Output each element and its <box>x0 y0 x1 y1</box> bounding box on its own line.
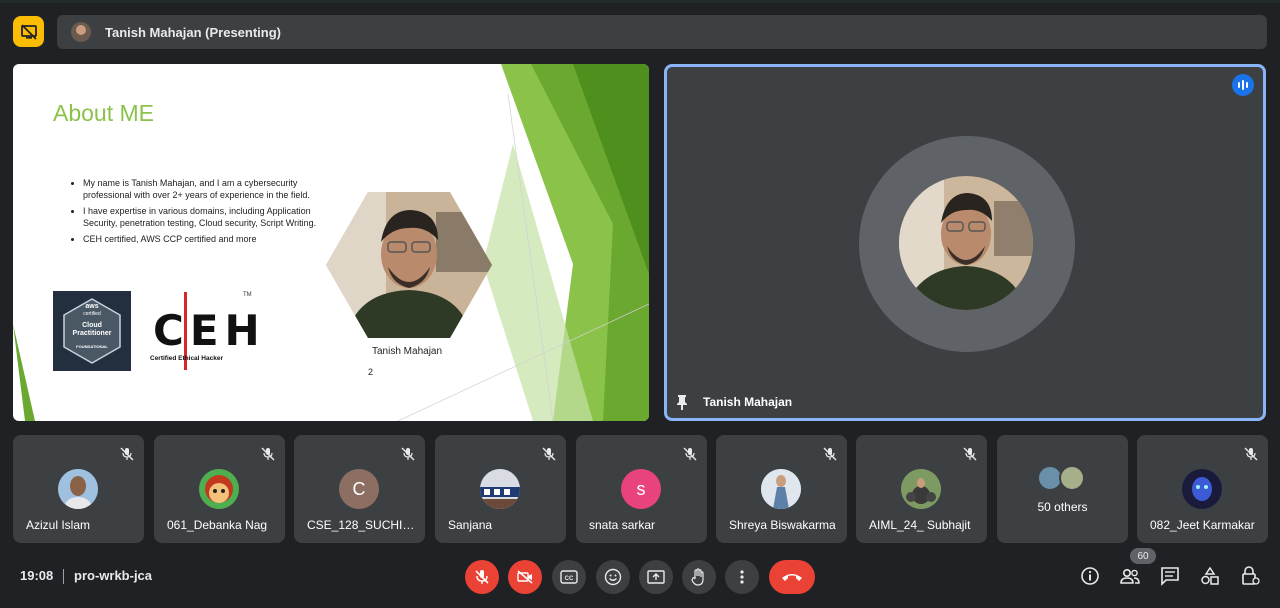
people-icon <box>1120 568 1140 584</box>
leave-call-icon <box>782 574 802 581</box>
presentation-off-icon[interactable] <box>13 16 44 47</box>
mic-off-icon <box>963 447 977 461</box>
avatar: s <box>621 469 661 509</box>
raise-hand-icon <box>691 568 704 586</box>
top-bar: Tanish Mahajan (Presenting) <box>0 0 1280 60</box>
others-avatar-stack <box>1037 465 1089 491</box>
clock-time: 19:08 <box>20 568 54 583</box>
mic-off-icon <box>401 447 415 461</box>
meeting-details-button[interactable] <box>1079 565 1101 587</box>
avatar <box>761 469 801 509</box>
participant-tile[interactable]: 061_Debanka Nag <box>154 435 285 543</box>
mic-off-icon <box>1244 447 1258 461</box>
emoji-button[interactable] <box>596 560 630 594</box>
mic-off-icon <box>823 447 837 461</box>
mic-off-icon <box>683 447 697 461</box>
slide-bullet-list: My name is Tanish Mahajan, and I am a cy… <box>71 178 321 251</box>
participant-tile[interactable]: C CSE_128_SUCHISMITA ... <box>294 435 425 543</box>
participant-name: AIML_24_ Subhajit <box>869 518 971 532</box>
participant-name: CSE_128_SUCHISMITA ... <box>307 518 415 532</box>
present-screen-icon <box>647 570 665 584</box>
slide-profile-photo <box>326 192 492 338</box>
participant-tile[interactable]: AIML_24_ Subhajit <box>856 435 987 543</box>
participant-name: Azizul Islam <box>26 518 91 532</box>
speaking-indicator-icon <box>1232 74 1254 96</box>
more-options-icon <box>740 570 744 584</box>
host-controls-button[interactable] <box>1239 565 1261 587</box>
pin-icon[interactable] <box>675 394 689 410</box>
participant-name: 061_Debanka Nag <box>167 518 268 532</box>
avatar <box>480 469 520 509</box>
aws-certification-badge: aws certified Cloud Practitioner FOUNDAT… <box>53 291 131 371</box>
activities-icon <box>1201 566 1219 585</box>
camera-off-icon <box>517 570 533 584</box>
info-icon <box>1081 567 1099 585</box>
slide-photo-caption: Tanish Mahajan <box>372 346 443 357</box>
raise-hand-button[interactable] <box>682 560 716 594</box>
avatar <box>199 469 239 509</box>
leave-call-button[interactable] <box>769 560 815 594</box>
participant-name: snata sarkar <box>589 518 656 532</box>
slide-bullet: My name is Tanish Mahajan, and I am a cy… <box>83 178 321 201</box>
divider <box>63 569 64 584</box>
others-count-label: 50 others <box>1037 500 1088 514</box>
camera-toggle-button[interactable] <box>508 560 542 594</box>
speaker-name-label: Tanish Mahajan <box>703 395 793 409</box>
chat-button[interactable] <box>1159 565 1181 587</box>
participant-tile[interactable]: 082_Jeet Karmakar <box>1137 435 1268 543</box>
presenter-label: Tanish Mahajan (Presenting) <box>105 24 282 40</box>
ceh-logo: CEH Certified Ethical Hacker TM <box>148 292 260 372</box>
speaker-avatar-ring <box>859 136 1075 352</box>
slide-page-number: 2 <box>368 367 374 377</box>
participant-name: Sanjana <box>448 518 493 532</box>
avatar <box>901 469 941 509</box>
others-tile[interactable]: 50 others <box>997 435 1128 543</box>
participant-strip: Azizul Islam 061_Debanka Nag C CSE_128_S… <box>13 435 1268 543</box>
captions-icon: CC <box>560 570 578 584</box>
slide-bullet: I have expertise in various domains, inc… <box>83 206 321 229</box>
active-speaker-tile[interactable]: Tanish Mahajan <box>664 64 1266 421</box>
avatar <box>1182 469 1222 509</box>
participant-tile[interactable]: s snata sarkar <box>576 435 707 543</box>
participant-tile[interactable]: Azizul Islam <box>13 435 144 543</box>
chat-icon <box>1161 567 1179 586</box>
captions-button[interactable]: CC <box>552 560 586 594</box>
present-screen-button[interactable] <box>639 560 673 594</box>
mic-toggle-button[interactable] <box>465 560 499 594</box>
avatar <box>58 469 98 509</box>
shared-presentation[interactable]: About ME My name is Tanish Mahajan, and … <box>13 64 649 421</box>
slide-bullet: CEH certified, AWS CCP certified and mor… <box>83 234 321 246</box>
presenter-avatar <box>71 22 91 42</box>
participant-tile[interactable]: Sanjana <box>435 435 566 543</box>
participant-name: Shreya Biswakarma <box>729 518 836 532</box>
mic-off-icon <box>542 447 556 461</box>
slide-title: About ME <box>53 100 154 126</box>
presenter-banner[interactable]: Tanish Mahajan (Presenting) <box>57 15 1267 49</box>
people-button[interactable] <box>1119 565 1141 587</box>
mic-off-icon <box>120 447 134 461</box>
more-options-button[interactable] <box>725 560 759 594</box>
participant-name: 082_Jeet Karmakar <box>1150 518 1255 532</box>
participant-tile[interactable]: Shreya Biswakarma <box>716 435 847 543</box>
bottom-control-bar: 19:08 pro-wrkb-jca CC <box>0 548 1280 608</box>
avatar: C <box>339 469 379 509</box>
emoji-icon <box>604 568 622 586</box>
speaker-avatar <box>899 176 1033 310</box>
activities-button[interactable] <box>1199 565 1221 587</box>
meeting-code: pro-wrkb-jca <box>74 568 153 583</box>
mic-off-icon <box>475 570 489 584</box>
host-controls-icon <box>1242 566 1260 585</box>
mic-off-icon <box>261 447 275 461</box>
svg-text:CC: CC <box>565 576 574 582</box>
people-count-badge: 60 <box>1130 548 1156 564</box>
